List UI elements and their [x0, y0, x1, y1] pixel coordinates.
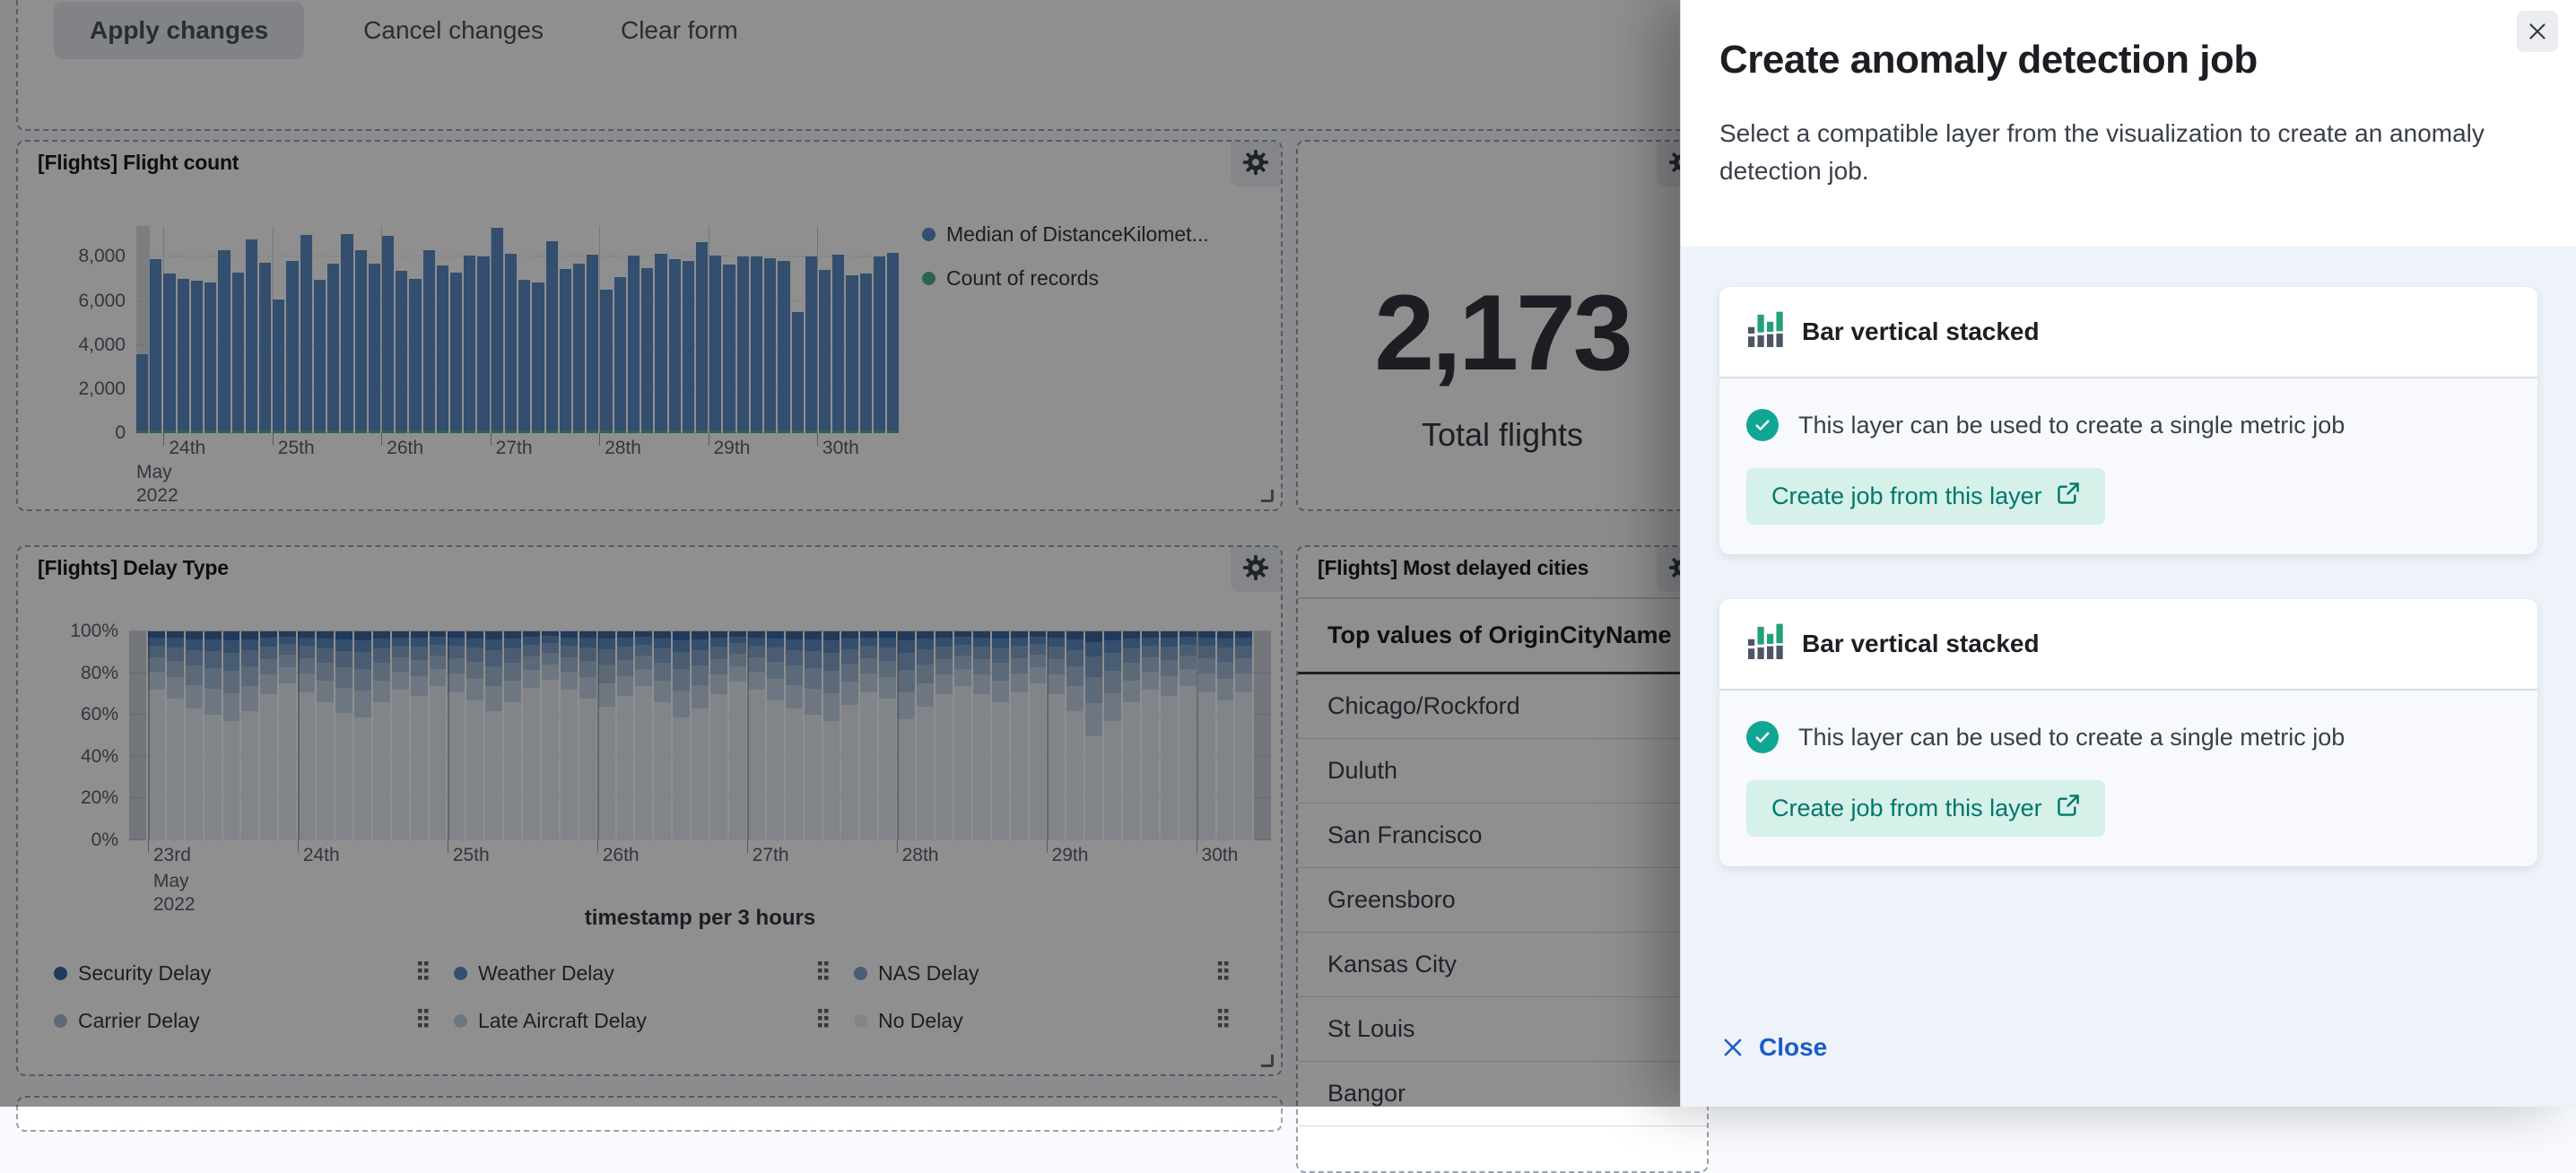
layer-card-title: Bar vertical stacked [1802, 630, 2040, 658]
create-job-button[interactable]: Create job from this layer [1746, 468, 2105, 525]
layer-card-body: This layer can be used to create a singl… [1719, 377, 2537, 554]
create-job-button-label: Create job from this layer [1771, 482, 2042, 510]
flyout-description: Select a compatible layer from the visua… [1719, 115, 2563, 190]
layer-card-header: Bar vertical stacked [1719, 287, 2537, 377]
flyout-close-button[interactable] [2517, 11, 2558, 52]
close-icon [1721, 1036, 1745, 1059]
create-job-button-label: Create job from this layer [1771, 795, 2042, 822]
layer-card-title: Bar vertical stacked [1802, 317, 2040, 346]
flyout-close-link-label: Close [1759, 1033, 1827, 1062]
check-circle-icon [1746, 409, 1779, 441]
flyout-title: Create anomaly detection job [1719, 38, 2258, 83]
layer-compatibility-text: This layer can be used to create a singl… [1798, 412, 2345, 439]
external-link-icon [2057, 482, 2080, 511]
create-job-button[interactable]: Create job from this layer [1746, 780, 2105, 837]
bar-vertical-stacked-icon [1746, 311, 1784, 353]
close-icon [2527, 21, 2548, 42]
create-anomaly-job-flyout: Create anomaly detection job Select a co… [1680, 0, 2576, 1107]
flyout-body: Bar vertical stacked This layer can be u… [1681, 247, 2576, 1107]
layer-card-header: Bar vertical stacked [1719, 599, 2537, 689]
layer-card-body: This layer can be used to create a singl… [1719, 689, 2537, 866]
layer-compatibility-text: This layer can be used to create a singl… [1798, 724, 2345, 752]
external-link-icon [2057, 794, 2080, 823]
layer-card: Bar vertical stacked This layer can be u… [1719, 287, 2537, 554]
flyout-close-link[interactable]: Close [1721, 1033, 1827, 1062]
bar-vertical-stacked-icon [1746, 623, 1784, 665]
layer-card: Bar vertical stacked This layer can be u… [1719, 599, 2537, 866]
check-circle-icon [1746, 721, 1779, 753]
